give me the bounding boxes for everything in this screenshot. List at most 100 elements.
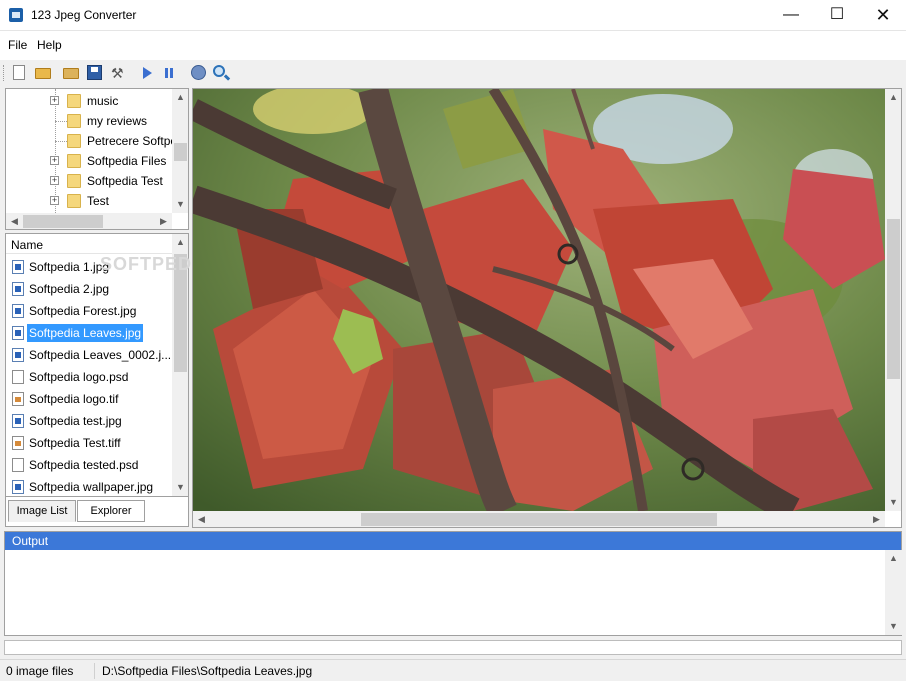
scroll-thumb[interactable] xyxy=(887,219,900,379)
title-bar: 123 Jpeg Converter — ☐ ✕ xyxy=(0,0,906,31)
file-list-item[interactable]: Softpedia test.jpg xyxy=(6,410,172,432)
scroll-down-icon[interactable]: ▼ xyxy=(885,618,902,635)
maximize-button[interactable]: ☐ xyxy=(814,0,860,30)
scroll-thumb[interactable] xyxy=(174,143,187,161)
file-list-item[interactable]: Softpedia Test.tiff xyxy=(6,432,172,454)
settings-icon[interactable]: ⚒ xyxy=(109,64,127,82)
menu-bar: File Help xyxy=(0,31,906,60)
image-file-icon xyxy=(12,436,24,450)
status-bar: 0 image files D:\Softpedia Files\Softped… xyxy=(0,659,906,681)
file-list-item[interactable]: Softpedia 2.jpg xyxy=(6,278,172,300)
scroll-thumb[interactable] xyxy=(23,215,103,228)
image-file-icon xyxy=(12,282,24,296)
preview-photo xyxy=(193,89,885,511)
open-folder-icon[interactable] xyxy=(34,64,52,82)
open-file-icon[interactable] xyxy=(62,64,80,82)
play-icon[interactable] xyxy=(138,64,156,82)
minimize-button[interactable]: — xyxy=(768,0,814,30)
scroll-up-icon[interactable]: ▲ xyxy=(172,234,188,251)
web-icon[interactable] xyxy=(190,64,208,82)
scroll-down-icon[interactable]: ▼ xyxy=(172,196,188,213)
scroll-left-icon[interactable]: ◀ xyxy=(6,213,23,229)
image-preview[interactable]: ▲ ▼ ◀ ▶ xyxy=(192,88,902,528)
menu-help[interactable]: Help xyxy=(37,38,62,52)
close-button[interactable]: ✕ xyxy=(860,0,906,30)
expand-icon[interactable]: + xyxy=(50,156,59,165)
pause-icon[interactable] xyxy=(160,64,178,82)
column-header-name[interactable]: Name xyxy=(6,234,172,254)
scroll-down-icon[interactable]: ▼ xyxy=(885,494,901,511)
expand-icon[interactable]: + xyxy=(50,96,59,105)
file-name: Softpedia 1.jpg xyxy=(29,260,110,274)
tree-item[interactable]: my reviews xyxy=(6,111,176,131)
scroll-up-icon[interactable]: ▲ xyxy=(885,550,902,567)
menu-file[interactable]: File xyxy=(8,38,27,52)
folder-icon xyxy=(67,194,81,208)
file-list-item[interactable]: Softpedia Leaves.jpg xyxy=(6,322,172,344)
image-file-icon xyxy=(12,304,24,318)
status-separator xyxy=(94,663,95,679)
scroll-left-icon[interactable]: ◀ xyxy=(193,511,210,527)
scroll-down-icon[interactable]: ▼ xyxy=(172,479,188,496)
scroll-up-icon[interactable]: ▲ xyxy=(172,89,188,106)
search-icon[interactable] xyxy=(212,64,230,82)
file-list-item[interactable]: Softpedia Leaves_0002.j... xyxy=(6,344,172,366)
preview-vertical-scrollbar[interactable]: ▲ ▼ xyxy=(885,89,901,511)
file-list-item[interactable]: Softpedia logo.psd xyxy=(6,366,172,388)
scroll-up-icon[interactable]: ▲ xyxy=(885,89,901,106)
new-icon[interactable] xyxy=(10,64,28,82)
document-icon xyxy=(12,370,24,384)
image-file-icon xyxy=(12,326,24,340)
tree-vertical-scrollbar[interactable]: ▲ ▼ xyxy=(172,89,188,213)
file-name: Softpedia logo.tif xyxy=(29,392,119,406)
file-list-item[interactable]: Softpedia Forest.jpg xyxy=(6,300,172,322)
file-name: Softpedia logo.psd xyxy=(29,370,129,384)
output-panel: Output ▲ ▼ xyxy=(4,531,902,636)
image-file-icon xyxy=(12,260,24,274)
file-name: Softpedia Leaves.jpg xyxy=(27,324,144,342)
file-name: Softpedia Test.tiff xyxy=(29,436,121,450)
save-icon[interactable] xyxy=(86,64,104,82)
tree-item[interactable]: + Softpedia Files xyxy=(6,151,176,171)
tree-item[interactable]: + Test xyxy=(6,191,176,211)
scroll-thumb[interactable] xyxy=(361,513,717,526)
file-list-item[interactable]: Softpedia tested.psd xyxy=(6,454,172,476)
tree-item[interactable]: + music xyxy=(6,91,176,111)
folder-icon xyxy=(67,134,81,148)
tree-connector xyxy=(55,141,67,142)
tree-item-label: Test xyxy=(87,194,110,208)
panel-tabs: Image List Explorer xyxy=(5,497,189,527)
folder-icon xyxy=(67,94,81,108)
folder-icon xyxy=(67,154,81,168)
tree-item-label: my reviews xyxy=(87,114,148,128)
file-name: Softpedia 2.jpg xyxy=(29,282,110,296)
tab-image-list[interactable]: Image List xyxy=(8,500,76,522)
tree-item[interactable]: + Softpedia Test xyxy=(6,171,176,191)
output-title: Output xyxy=(5,532,901,550)
window-title: 123 Jpeg Converter xyxy=(31,8,137,22)
image-file-icon xyxy=(12,414,24,428)
tree-item[interactable]: Petrecere Softpedia xyxy=(6,131,188,151)
preview-horizontal-scrollbar[interactable]: ◀ ▶ xyxy=(193,511,885,527)
scroll-right-icon[interactable]: ▶ xyxy=(868,511,885,527)
image-file-icon xyxy=(12,392,24,406)
tree-item-label: Softpedia Test xyxy=(87,174,163,188)
tree-connector xyxy=(55,121,67,122)
file-list-item[interactable]: Softpedia wallpaper.jpg xyxy=(6,476,172,496)
folder-tree[interactable]: + music my reviews Petrecere Softpedia + Soft… xyxy=(5,88,189,230)
file-name: Softpedia test.jpg xyxy=(29,414,122,428)
expand-icon[interactable]: + xyxy=(50,176,59,185)
tab-explorer[interactable]: Explorer xyxy=(77,500,145,522)
file-list-item[interactable]: Softpedia logo.tif xyxy=(6,388,172,410)
status-image-count: 0 image files xyxy=(6,664,74,678)
image-file-icon xyxy=(12,348,24,362)
scroll-right-icon[interactable]: ▶ xyxy=(155,213,172,229)
toolbar-grip[interactable] xyxy=(3,65,6,81)
tree-item-label: music xyxy=(87,94,119,108)
app-icon xyxy=(9,8,23,22)
file-name: Softpedia wallpaper.jpg xyxy=(29,480,154,494)
output-text xyxy=(11,554,881,632)
expand-icon[interactable]: + xyxy=(50,196,59,205)
tree-horizontal-scrollbar[interactable]: ◀ ▶ xyxy=(6,213,172,229)
output-scrollbar[interactable]: ▲ ▼ xyxy=(885,550,902,635)
